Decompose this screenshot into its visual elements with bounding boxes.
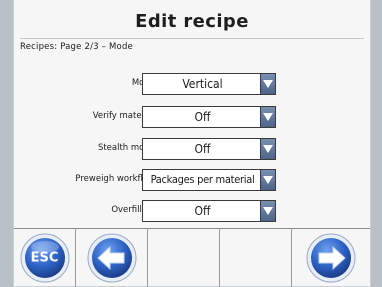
form-row-stealth-mode: Stealth mode Off	[14, 138, 370, 161]
chevron-down-icon	[263, 80, 273, 88]
breadcrumb: Recipes: Page 2/3 – Mode	[20, 42, 133, 52]
stealth-mode-dropdown-button[interactable]	[260, 139, 275, 159]
title-divider	[20, 38, 364, 39]
preweigh-workflow-value: Packages per material	[150, 173, 255, 186]
verify-material-value: Off	[194, 110, 211, 124]
arrow-right-icon[interactable]	[305, 232, 357, 284]
form-row-mode: Mode Vertical	[14, 73, 370, 96]
overfilling-dropdown-button[interactable]	[260, 201, 275, 221]
form-row-verify-material: Verify material Off	[14, 106, 370, 129]
chevron-down-icon	[263, 176, 273, 184]
overfilling-value: Off	[194, 204, 211, 218]
back-button-cell[interactable]	[76, 229, 148, 287]
preweigh-workflow-select[interactable]: Packages per material	[142, 169, 276, 191]
stealth-mode-value: Off	[194, 142, 211, 156]
verify-material-select[interactable]: Off	[142, 106, 276, 128]
verify-material-dropdown-button[interactable]	[260, 107, 275, 127]
preweigh-workflow-dropdown-button[interactable]	[260, 170, 275, 190]
chevron-down-icon	[263, 145, 273, 153]
stealth-mode-select[interactable]: Off	[142, 138, 276, 160]
empty-toolbar-slot-1	[148, 229, 220, 287]
bottom-toolbar: ESC	[14, 228, 370, 287]
edit-recipe-screen: Edit recipe Recipes: Page 2/3 – Mode Mod…	[14, 0, 370, 287]
form-row-preweigh-workflow: Preweigh workflow Packages per material	[14, 169, 370, 192]
mode-select[interactable]: Vertical	[142, 73, 276, 95]
esc-label: ESC	[30, 250, 59, 266]
empty-toolbar-slot-2	[220, 229, 292, 287]
mode-dropdown-button[interactable]	[260, 74, 275, 94]
page-title: Edit recipe	[135, 11, 249, 32]
arrow-left-icon[interactable]	[86, 232, 138, 284]
form-row-overfilling: Overfilling Off	[14, 200, 370, 223]
mode-value: Vertical	[182, 77, 223, 91]
chevron-down-icon	[263, 207, 273, 215]
esc-button-cell[interactable]: ESC	[14, 229, 76, 287]
overfilling-select[interactable]: Off	[142, 200, 276, 222]
next-button-cell[interactable]	[292, 229, 370, 287]
chevron-down-icon	[263, 113, 273, 121]
